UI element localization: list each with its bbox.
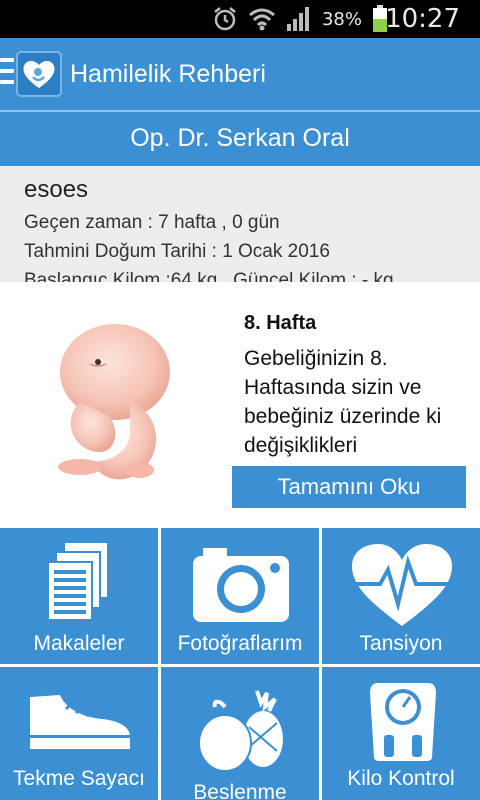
app-title: Hamilelik Rehberi [70,60,266,88]
status-bar: 38% 10:27 [0,0,480,38]
week-description: Gebeliğinizin 8. Haftasında sizin ve beb… [244,347,442,464]
scale-icon [370,683,436,761]
pregnancy-info-card: esoes Geçen zaman : 7 hafta , 0 gün Tahm… [0,166,480,284]
tile-label: Kilo Kontrol [347,767,455,790]
app-logo-icon[interactable] [16,51,62,97]
alarm-icon [214,7,236,31]
embryo-image [58,324,170,480]
camera-icon [193,548,289,622]
tile-tansiyon[interactable]: Tansiyon [322,528,480,664]
wifi-icon [249,8,275,31]
battery-percent: 38% [321,8,362,30]
menu-icon[interactable] [0,58,14,90]
read-more-button[interactable]: Tamamını Oku [232,466,466,508]
signal-icon [286,7,309,31]
week-title: 8. Hafta [244,312,317,334]
tile-makaleler[interactable]: Makaleler [0,528,158,664]
heart-pulse-icon [350,544,454,626]
week-card: 8. Hafta Gebeliğinizin 8. Haftasında siz… [0,282,480,524]
tile-label: Beslenme [193,781,287,800]
doctor-bar: Op. Dr. Serkan Oral [0,110,480,166]
fruit-icon [198,690,283,772]
status-icons: 38% [212,4,388,34]
tile-beslenme[interactable]: Beslenme [161,667,319,800]
documents-icon [47,541,109,621]
tile-label: Tekme Sayacı [13,767,145,790]
elapsed-time: Geçen zaman : 7 hafta , 0 gün [24,212,280,233]
tile-label: Fotoğraflarım [177,632,303,655]
tile-fotograflarim[interactable]: Fotoğraflarım [161,528,319,664]
doctor-name: Op. Dr. Serkan Oral [130,124,350,152]
action-bar: Hamilelik Rehberi [0,38,480,110]
clock: 10:27 [385,4,460,34]
tile-tekme-sayaci[interactable]: Tekme Sayacı [0,667,158,800]
user-name: esoes [24,176,89,203]
due-date: Tahmini Doğum Tarihi : 1 Ocak 2016 [24,241,330,262]
tile-label: Tansiyon [359,632,443,655]
tile-label: Makaleler [33,632,125,655]
shoe-icon [30,695,130,749]
tile-kilo-kontrol[interactable]: Kilo Kontrol [322,667,480,800]
menu-grid: Makaleler Fotoğraflarım Tansiyon Tekme S… [0,524,480,800]
